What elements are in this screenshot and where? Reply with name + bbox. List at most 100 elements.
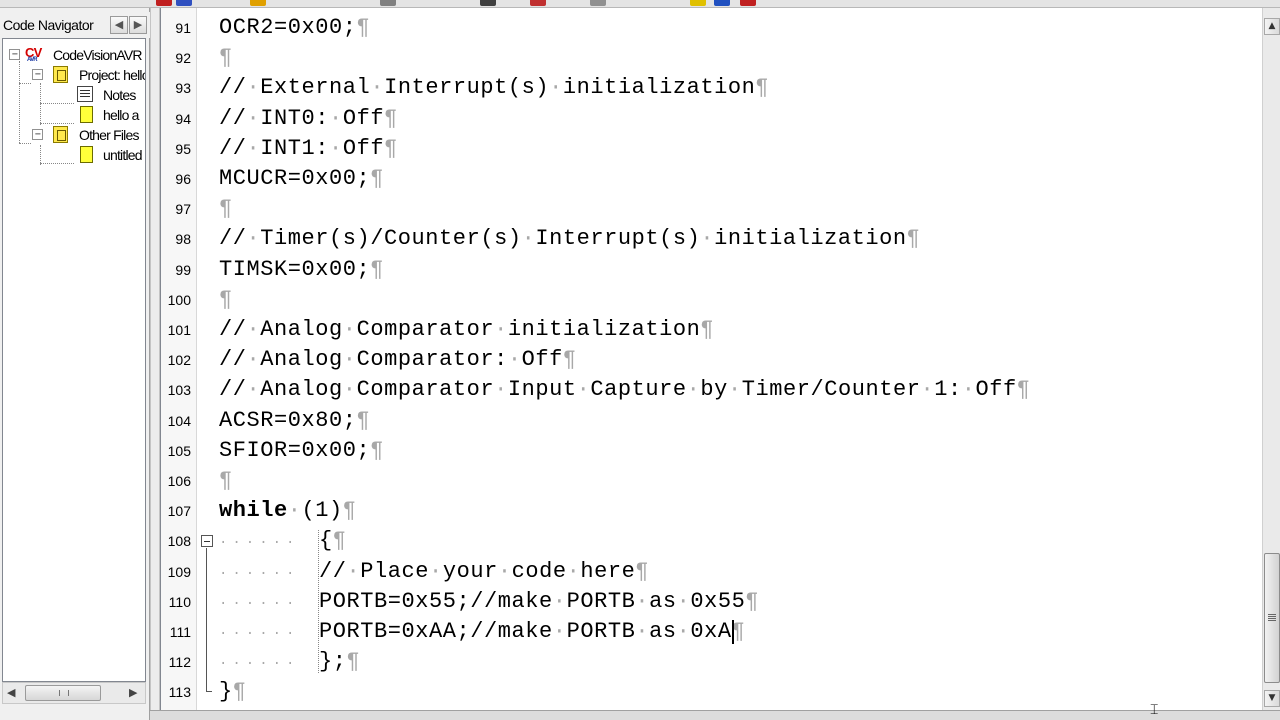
code-line[interactable]: SFIOR=0x00;¶ [219,436,384,466]
tree-item-label: CodeVisionAVR [53,47,143,63]
scroll-up-button[interactable]: ▲ [1264,18,1280,35]
file-icon [80,106,93,123]
code-line[interactable]: //·Analog·Comparator·initialization¶ [219,315,714,345]
toolbar-button[interactable] [380,0,396,6]
pilcrow-mark: ¶ [219,468,233,493]
collapse-icon[interactable]: − [32,129,43,140]
code-text: //·INT0:·Off [219,105,385,131]
code-line[interactable]: ······ //·Place·your·code·here¶ [219,557,649,587]
code-line[interactable]: //·External·Interrupt(s)·initialization¶ [219,73,769,103]
code-text: //·Analog·Comparator:·Off [219,347,563,373]
code-text: //·Timer(s)/Counter(s)·Interrupt(s)·init… [219,226,907,252]
keyword: while [219,498,288,524]
code-line[interactable]: TIMSK=0x00;¶ [219,255,384,285]
code-navigator-title: Code Navigator [3,17,94,33]
toolbar-button[interactable] [480,0,496,6]
navigator-scroll-thumb[interactable] [25,685,101,701]
code-line[interactable]: ······};¶ [219,647,360,677]
code-line[interactable]: //·Analog·Comparator:·Off¶ [219,345,577,375]
navigator-horizontal-scrollbar[interactable]: ◀ ▶ [2,682,146,704]
toolbar-button[interactable] [690,0,706,6]
toolbar-button[interactable] [590,0,606,6]
pilcrow-mark: ¶ [562,347,577,373]
folder-icon [53,126,68,143]
panel-splitter[interactable] [150,8,160,720]
code-text: //·INT1:·Off [219,135,385,161]
tree-item-untitled[interactable]: untitled [3,145,145,165]
code-line[interactable]: //·INT1:·Off¶ [219,134,398,164]
code-line[interactable]: ······ {¶ [219,526,347,556]
code-line[interactable]: //·INT0:·Off¶ [219,104,398,134]
line-number: 105 [167,442,191,459]
pilcrow-mark: ¶ [356,15,371,40]
pilcrow-mark: ¶ [755,75,770,101]
tree-item-hello-file[interactable]: hello a [3,105,145,125]
collapse-icon[interactable]: − [32,69,43,80]
fold-end-marker [206,691,212,693]
code-text: SFIOR=0x00; [219,437,371,463]
code-line[interactable]: ¶ [219,466,233,496]
editor-scroll-thumb[interactable] [1264,553,1280,683]
code-editor[interactable]: 91 92 93 94 95 96 97 98 99 100 101 102 103 104 105 106 1… [160,8,1262,710]
navigator-back-button[interactable]: ◀ [110,16,128,34]
editor-vertical-scrollbar[interactable]: ▲ ▼ [1262,8,1280,710]
pilcrow-mark: ¶ [384,105,398,131]
chevron-left-icon: ◀ [114,18,124,31]
code-line[interactable]: //·Analog·Comparator·Input·Capture·by·Ti… [219,375,1031,405]
toolbar-button[interactable] [530,0,546,6]
file-icon [80,146,93,163]
code-line[interactable]: ACSR=0x80;¶ [219,406,370,436]
tree-item-codevisionavr[interactable]: − CV AVR CodeVisionAVR [3,45,145,65]
indent-guide [318,530,319,674]
notes-icon [77,86,93,102]
toolbar [0,0,1280,8]
code-line[interactable]: ¶ [219,43,233,73]
fold-toggle-icon[interactable] [201,535,213,548]
cv-logo-sub: AVR [27,57,38,63]
toolbar-button[interactable] [156,0,172,6]
line-number: 107 [167,503,191,520]
code-line[interactable]: OCR2=0x00;¶ [219,13,370,43]
code-line[interactable]: ······ PORTB=0x55;//make·PORTB·as·0x55¶ [219,587,759,617]
code-line[interactable]: }¶ [219,677,247,707]
line-number-gutter: 91 92 93 94 95 96 97 98 99 100 101 102 103 104 105 106 1… [161,8,197,710]
toolbar-button[interactable] [740,0,756,6]
collapse-icon[interactable]: − [9,49,20,60]
code-line[interactable]: //·Timer(s)/Counter(s)·Interrupt(s)·init… [219,224,920,254]
scroll-right-icon[interactable]: ▶ [129,686,137,699]
tree-item-other-files[interactable]: − Other Files [3,125,145,145]
code-text: //·Analog·Comparator·initialization [219,317,701,342]
code-text: ACSR=0x80; [219,407,357,433]
tree-item-label: Notes [103,87,136,103]
tree-item-label: untitled [103,147,143,163]
code-navigator-panel: Code Navigator ◀ ▶ − CV AVR CodeVisionAVR… [0,8,150,720]
line-number: 98 [175,231,191,248]
line-number: 104 [167,412,191,429]
code-text: //·Analog·Comparator·Input·Capture·by·Ti… [219,377,1017,403]
line-number: 108 [167,533,191,550]
code-line[interactable]: ¶ [219,285,233,315]
code-line[interactable]: ······ PORTB=0xAA;//make·PORTB·as·0xA¶ [219,617,745,647]
code-text: PORTB=0xAA;//make·PORTB·as·0xA [319,619,732,644]
code-line[interactable]: while·(1)¶ [219,496,357,526]
scroll-down-button[interactable]: ▼ [1264,690,1280,707]
navigator-forward-button[interactable]: ▶ [129,16,147,34]
line-number: 96 [175,171,191,187]
toolbar-button[interactable] [250,0,266,6]
toolbar-button[interactable] [176,0,192,6]
indent-marker: ······ [219,656,300,673]
line-number: 110 [168,593,191,610]
arrow-down-icon: ▼ [1268,693,1276,703]
code-text: MCUCR=0x00; [219,166,371,191]
indent-marker: ······ [219,535,300,552]
pilcrow-mark: ¶ [219,196,233,222]
scroll-left-icon[interactable]: ◀ [7,686,15,699]
line-number: 112 [168,654,191,671]
pilcrow-mark: ¶ [700,317,715,342]
toolbar-button[interactable] [714,0,730,6]
tree-item-project[interactable]: − Project: hello [3,65,145,85]
code-text: OCR2=0x00; [219,15,357,40]
tree-item-notes[interactable]: Notes [3,85,145,105]
code-line[interactable]: ¶ [219,194,233,224]
code-line[interactable]: MCUCR=0x00;¶ [219,164,384,194]
